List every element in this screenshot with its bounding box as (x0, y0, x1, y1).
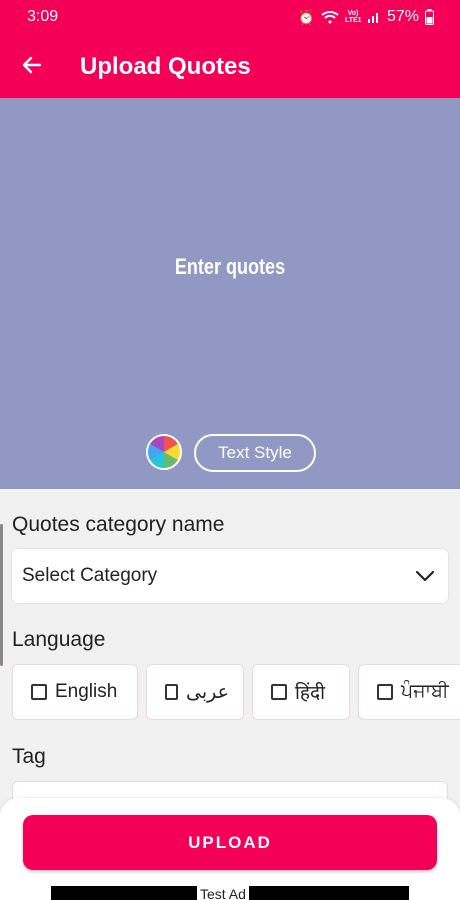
language-option-label: English (55, 681, 118, 702)
status-bar: 3:09 ⏰ Vo) LTE1 57% (0, 0, 460, 36)
upload-button[interactable]: UPLOAD (23, 815, 437, 870)
tag-label: Tag (12, 745, 46, 768)
status-icons: ⏰ Vo) LTE1 57% (298, 8, 434, 26)
battery-icon (425, 9, 434, 25)
checkbox[interactable] (271, 684, 287, 700)
category-select-value: Select Category (22, 565, 158, 586)
alarm-icon: ⏰ (297, 9, 315, 25)
language-option-hindi[interactable]: हिंदी (252, 664, 350, 720)
language-option-punjabi[interactable]: ਪੰਜਾਬੀ (358, 664, 460, 720)
language-option-label: عربى (186, 681, 229, 703)
side-handle (0, 524, 3, 666)
checkbox[interactable] (377, 684, 393, 700)
language-option-label: हिंदी (295, 683, 326, 704)
network-badge: Vo) LTE1 (344, 10, 362, 24)
ad-label: Test Ad (197, 886, 249, 900)
ad-banner[interactable]: Test Ad (51, 886, 409, 900)
bottom-panel: UPLOAD Test Ad (0, 798, 460, 900)
back-button[interactable] (16, 49, 48, 81)
category-label: Quotes category name (12, 513, 225, 536)
category-select[interactable]: Select Category (12, 549, 448, 603)
wifi-icon (321, 11, 339, 24)
language-option-arabic[interactable]: عربى (146, 664, 244, 720)
language-option-label: ਪੰਜਾਬੀ (401, 681, 449, 702)
checkbox[interactable] (31, 684, 47, 700)
text-style-button[interactable]: Text Style (194, 434, 316, 472)
quote-text-input[interactable]: Enter quotes (41, 254, 418, 280)
quote-preview[interactable]: Enter quotes Text Style (0, 98, 460, 489)
back-arrow-icon (22, 56, 42, 74)
language-options: English عربى हिंदी ਪੰਜਾਬੀ (12, 664, 460, 720)
language-label: Language (12, 628, 106, 651)
status-time: 3:09 (27, 8, 59, 25)
signal-icon (367, 13, 378, 23)
page-title: Upload Quotes (80, 53, 251, 80)
chevron-down-icon (415, 570, 435, 582)
checkbox[interactable] (165, 684, 179, 700)
language-option-english[interactable]: English (12, 664, 138, 720)
battery-percentage: 57% (386, 8, 419, 25)
color-picker-icon[interactable] (146, 434, 182, 470)
app-bar: Upload Quotes (0, 36, 460, 98)
